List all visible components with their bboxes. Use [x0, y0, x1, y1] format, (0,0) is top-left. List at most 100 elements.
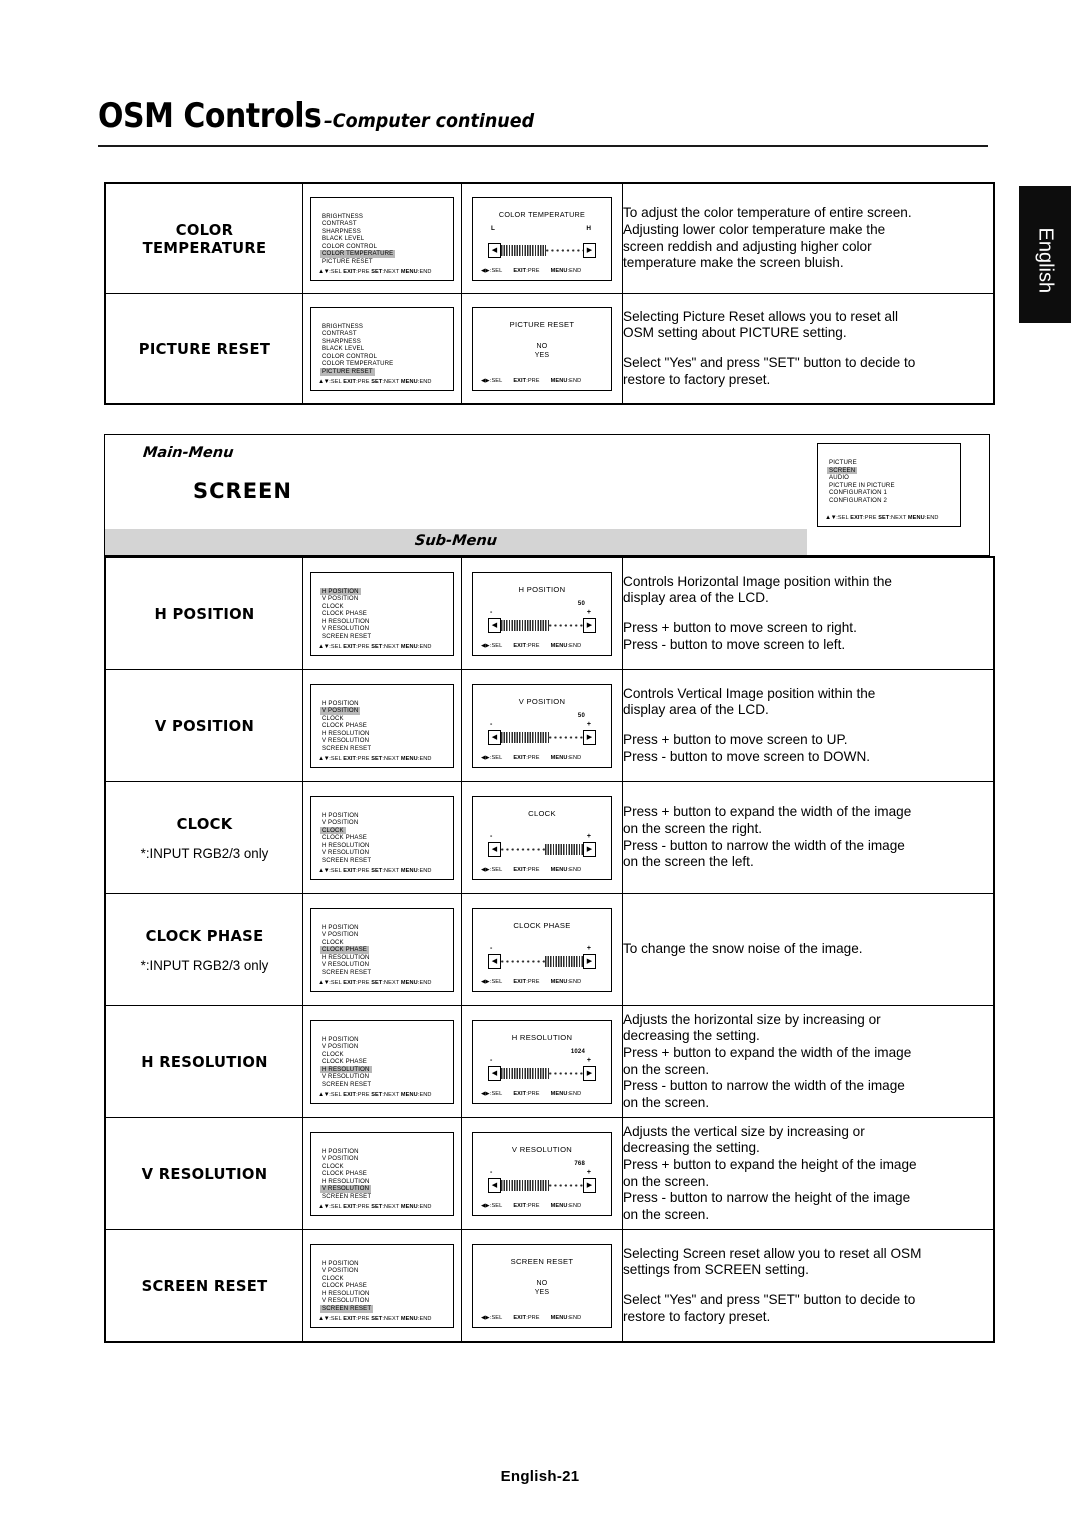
setting-name: H RESOLUTION: [140, 1052, 268, 1071]
setting-description: Controls Horizontal Image position withi…: [622, 557, 994, 670]
left-arrow-icon: ◀: [488, 842, 501, 857]
osd-slider: ◀ ▶: [488, 842, 596, 857]
osd-value-cell: CLOCK - + ◀ ▶ ◀▶:SEL EXIT:PRE MENU:END: [461, 781, 623, 894]
setting-name-cell: PICTURE RESET: [109, 293, 299, 404]
language-tab-label: English: [1034, 227, 1057, 293]
setting-note: *:INPUT RGB2/3 only: [140, 956, 268, 973]
right-arrow-icon: ▶: [583, 1066, 596, 1081]
right-arrow-icon: ▶: [583, 954, 596, 969]
osd-slider-fill: [501, 1068, 549, 1079]
setting-name-cell: CLOCK PHASE *:INPUT RGB2/3 only: [109, 893, 299, 1006]
osd-slider-empty: [546, 245, 583, 256]
main-menu-osd-preview: PICTURE SCREEN AUDIO PICTURE IN PICTURE CONF…: [817, 443, 961, 527]
osd-value-readout: 50: [577, 600, 585, 607]
setting-name: CLOCK PHASE: [145, 926, 263, 945]
description-paragraph: To adjust the color temperature of entir…: [623, 205, 912, 271]
osd-menu-list: BRIGHTNESS CONTRAST SHARPNESS BLACK LEVEL CO…: [310, 306, 454, 391]
osd-footer-hints: ▲▼:SEL EXIT:PRE SET:NEXT MENU:END: [318, 267, 432, 275]
osd-footer-hints: ◀▶:SEL EXIT:PRE MENU:END: [481, 377, 582, 384]
osd-footer-hints: ▲▼:SEL EXIT:PRE SET:NEXT MENU:END: [318, 1314, 432, 1322]
osd-plus-label: +: [586, 1056, 591, 1064]
osd-panel-title: PICTURE RESET: [509, 319, 575, 329]
description-paragraph: To change the snow noise of the image.: [623, 941, 863, 957]
right-arrow-icon: ▶: [583, 618, 596, 633]
osd-panel-title: H RESOLUTION: [511, 1032, 573, 1042]
setting-name-cell: SCREEN RESET: [109, 1229, 299, 1342]
osd-menu-list: BRIGHTNESS CONTRAST SHARPNESS BLACK LEVEL CO…: [310, 196, 454, 281]
osd-panel-title: CLOCK PHASE: [513, 920, 571, 930]
osd-value-panel: SCREEN RESET NO YES ◀▶:SEL EXIT:PRE MENU:END: [472, 1243, 612, 1328]
osd-footer-hints: ▲▼:SEL EXIT:PRE SET:NEXT MENU:END: [318, 754, 432, 762]
osd-menu-cell: BRIGHTNESS CONTRAST SHARPNESS BLACK LEVEL CO…: [302, 183, 462, 294]
osd-slider-track: [501, 244, 583, 257]
osd-slider-empty: [548, 1068, 583, 1079]
osd-menu-list: H POSITION V POSITION CLOCK CLOCK PHASE H RE…: [310, 683, 454, 768]
left-arrow-icon: ◀: [488, 243, 501, 258]
osd-footer-hints: ◀▶:SEL EXIT:PRE MENU:END: [481, 978, 582, 985]
osd-panel-title: SCREEN RESET: [510, 1256, 574, 1266]
osd-menu-cell: H POSITION V POSITION CLOCK CLOCK PHASE H RE…: [302, 1117, 462, 1230]
osd-menu-list: PICTURE SCREEN AUDIO PICTURE IN PICTURE CONF…: [817, 443, 961, 527]
left-arrow-icon: ◀: [488, 1066, 501, 1081]
osd-footer-hints: ▲▼:SEL EXIT:PRE SET:NEXT MENU:END: [318, 1202, 432, 1210]
osd-slider-track: [501, 1067, 583, 1080]
sub-menu-label: Sub-Menu: [414, 533, 498, 549]
description-paragraph: Selecting Screen reset allow you to rese…: [623, 1245, 922, 1278]
right-arrow-icon: ▶: [583, 243, 596, 258]
osd-menu-item: PICTURE RESET: [320, 368, 375, 376]
osd-plus-label: +: [586, 832, 591, 840]
osd-value-cell: COLOR TEMPERATURE L H ◀ ▶ ◀▶:SEL EXIT:PRE MENU:…: [461, 183, 623, 294]
osd-menu-list: H POSITION V POSITION CLOCK CLOCK PHASE H RE…: [310, 907, 454, 992]
osd-menu-item: SCREEN RESET: [320, 1305, 374, 1313]
osd-slider-track: [501, 843, 583, 856]
osd-footer-hints: ▲▼:SEL EXIT:PRE SET:NEXT MENU:END: [825, 514, 939, 521]
osd-value-panel: PICTURE RESET NO YES ◀▶:SEL EXIT:PRE MENU:END: [472, 306, 612, 391]
description-paragraph: Press + button to move screen to right. P…: [623, 620, 857, 652]
osd-panel-title: V POSITION: [518, 696, 566, 706]
osd-minus-label: -: [490, 608, 493, 616]
setting-description: Adjusts the horizontal size by increasin…: [622, 1005, 994, 1118]
osd-menu-cell: H POSITION V POSITION CLOCK CLOCK PHASE H RE…: [302, 781, 462, 894]
table-row: V RESOLUTION H POSITION V POSITION CLOCK CLO…: [106, 1117, 994, 1230]
setting-name: CLOCK: [176, 814, 232, 833]
osd-footer-hints: ◀▶:SEL EXIT:PRE MENU:END: [481, 1314, 582, 1321]
osd-menu-list: H POSITION V POSITION CLOCK CLOCK PHASE H RE…: [310, 795, 454, 880]
setting-description: Adjusts the vertical size by increasing …: [622, 1117, 994, 1230]
setting-description: Selecting Screen reset allow you to rese…: [622, 1229, 994, 1342]
osd-panel-title: CLOCK: [528, 808, 556, 818]
osd-minus-label: -: [490, 944, 493, 952]
osd-menu-item: PICTURE RESET: [322, 258, 373, 266]
setting-name-cell: V RESOLUTION: [109, 1117, 299, 1230]
osd-menu-item: CONFIGURATION 2: [829, 496, 887, 504]
osd-choice-item: YES: [534, 1288, 550, 1296]
osd-value-panel: V POSITION - +50 ◀ ▶ ◀▶:SEL EXIT:PRE MENU:END: [472, 683, 612, 768]
osd-slider-fill: [501, 245, 547, 256]
osd-menu-cell: H POSITION V POSITION CLOCK CLOCK PHASE H RE…: [302, 557, 462, 670]
screen-menu-banner: Main-Menu SCREEN PICTURE SCREEN AUDIO PICTU…: [104, 434, 990, 556]
setting-name: V POSITION: [154, 716, 254, 735]
sub-menu-bar: Sub-Menu: [105, 529, 807, 555]
osd-slider-track: [501, 619, 583, 632]
screen-settings-table: H POSITION H POSITION V POSITION CLOCK CLOCK…: [104, 556, 995, 1343]
osd-menu-cell: BRIGHTNESS CONTRAST SHARPNESS BLACK LEVEL CO…: [302, 293, 462, 404]
osd-menu-item: SCREEN RESET: [322, 633, 372, 641]
setting-name: V RESOLUTION: [141, 1164, 267, 1183]
osd-menu-list: H POSITION V POSITION CLOCK CLOCK PHASE H RE…: [310, 571, 454, 656]
osd-choice-item: NO: [536, 342, 548, 350]
header-divider: [98, 145, 988, 147]
osd-value-panel: CLOCK PHASE - + ◀ ▶ ◀▶:SEL EXIT:PRE MENU:END: [472, 907, 612, 992]
osd-value-panel: V RESOLUTION - +768 ◀ ▶ ◀▶:SEL EXIT:PRE MENU:EN…: [472, 1131, 612, 1216]
osd-value-cell: CLOCK PHASE - + ◀ ▶ ◀▶:SEL EXIT:PRE MENU:END: [461, 893, 623, 1006]
page-title: OSM Controls –Computer continued: [98, 96, 988, 136]
osd-value-cell: PICTURE RESET NO YES ◀▶:SEL EXIT:PRE MENU:END: [461, 293, 623, 404]
osd-value-panel: H RESOLUTION - +1024 ◀ ▶ ◀▶:SEL EXIT:PRE MENU:E…: [472, 1019, 612, 1104]
right-arrow-icon: ▶: [583, 730, 596, 745]
description-paragraph: Adjusts the horizontal size by increasin…: [623, 1011, 912, 1110]
table-row: H POSITION H POSITION V POSITION CLOCK CLOCK…: [106, 557, 994, 670]
left-arrow-icon: ◀: [488, 730, 501, 745]
osd-footer-hints: ▲▼:SEL EXIT:PRE SET:NEXT MENU:END: [318, 866, 432, 874]
osd-footer-hints: ▲▼:SEL EXIT:PRE SET:NEXT MENU:END: [318, 978, 432, 986]
osd-slider-fill: [501, 620, 549, 631]
osd-menu-item: SCREEN RESET: [322, 857, 372, 865]
osd-scale-low-label: L: [491, 224, 495, 232]
